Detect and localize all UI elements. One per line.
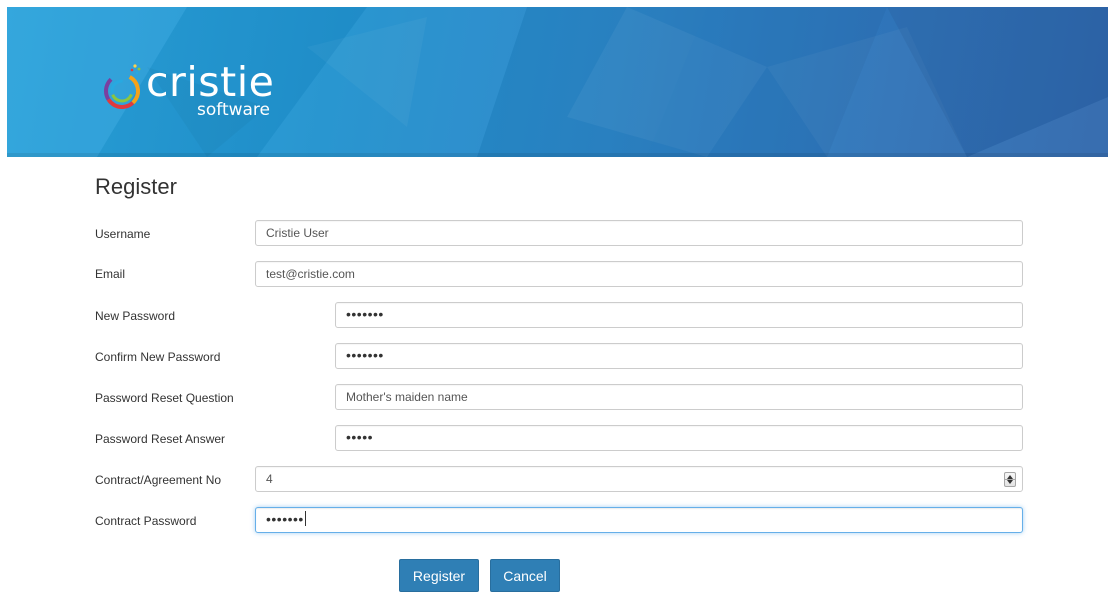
confirm-password-input[interactable]: ••••••• <box>335 343 1023 369</box>
number-spinner[interactable] <box>1004 472 1016 487</box>
email-input[interactable]: test@cristie.com <box>255 261 1023 287</box>
reset-question-label: Password Reset Question <box>95 391 234 405</box>
logo-rings-icon <box>104 64 141 109</box>
new-password-label: New Password <box>95 309 176 323</box>
contract-no-label: Contract/Agreement No <box>95 473 222 487</box>
reset-question-input[interactable]: Mother's maiden name <box>335 384 1023 410</box>
email-label: Email <box>95 267 126 281</box>
cancel-button[interactable]: Cancel <box>490 559 560 592</box>
reset-answer-input[interactable]: ••••• <box>335 425 1023 451</box>
new-password-input[interactable]: ••••••• <box>335 302 1023 328</box>
banner-shadow <box>7 153 1108 157</box>
register-button[interactable]: Register <box>399 559 479 592</box>
reset-answer-label: Password Reset Answer <box>95 432 226 446</box>
contract-no-value: 4 <box>266 472 273 486</box>
spinner-down-icon[interactable] <box>1007 480 1013 484</box>
contract-password-label: Contract Password <box>95 514 197 528</box>
logo-tagline: software <box>197 100 271 120</box>
username-input[interactable]: Cristie User <box>255 220 1023 246</box>
contract-no-input[interactable]: 4 <box>255 466 1023 492</box>
text-caret <box>304 511 306 526</box>
confirm-password-label: Confirm New Password <box>95 350 221 364</box>
contract-password-input[interactable]: ••••••• <box>255 507 1023 533</box>
username-label: Username <box>95 227 151 241</box>
header-banner: cristie software <box>7 7 1108 157</box>
contract-password-value: ••••••• <box>266 511 304 527</box>
page-title: Register <box>95 174 177 199</box>
cristie-logo: cristie software <box>102 58 302 122</box>
